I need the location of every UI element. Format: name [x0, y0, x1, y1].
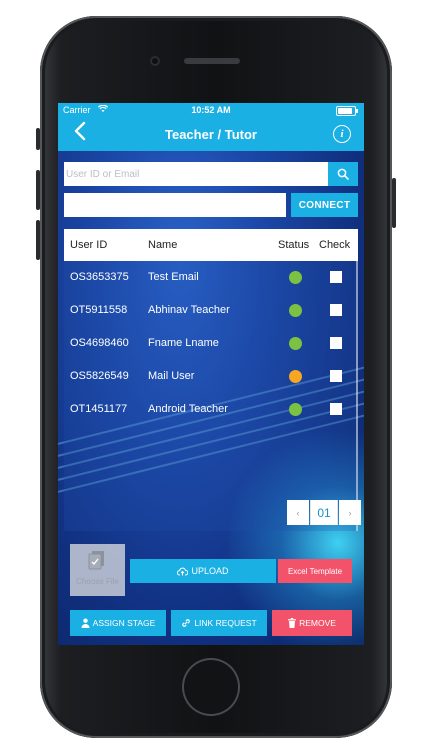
row-user-id: OS5826549	[70, 370, 129, 382]
status-bar: Carrier 10:52 AM	[58, 103, 364, 118]
row-checkbox[interactable]	[330, 403, 342, 415]
row-checkbox[interactable]	[330, 304, 342, 316]
table-row[interactable]: OS3653375 Test Email	[64, 261, 358, 294]
status-dot	[289, 337, 302, 350]
excel-template-button[interactable]: Excel Template	[278, 559, 352, 583]
header-user-id: User ID	[70, 239, 108, 251]
volume-down-button	[36, 220, 40, 260]
next-page-button[interactable]: ›	[339, 500, 361, 525]
row-user-id: OS4698460	[70, 337, 129, 349]
connect-code-input[interactable]	[64, 193, 286, 217]
table-row[interactable]: OT1451177 Android Teacher	[64, 393, 358, 426]
row-user-id: OT5911558	[70, 304, 128, 316]
info-icon[interactable]: i	[333, 125, 351, 143]
table-header: User ID Name Status Check	[64, 229, 358, 261]
document-icon	[88, 551, 104, 570]
status-dot	[289, 370, 302, 383]
remove-label: REMOVE	[299, 618, 336, 628]
link-request-button[interactable]: LINK REQUEST	[171, 610, 267, 636]
mute-switch	[36, 128, 40, 150]
row-name: Abhinav Teacher	[148, 304, 230, 316]
app-screen: Carrier 10:52 AM Teacher / Tutor i CONNE…	[58, 103, 364, 645]
choose-file-button[interactable]: Choose File	[70, 544, 125, 596]
row-user-id: OT1451177	[70, 403, 128, 415]
connect-button[interactable]: CONNECT	[291, 193, 358, 217]
search-icon	[337, 168, 349, 180]
table-row[interactable]: OS5826549 Mail User	[64, 360, 358, 393]
header-name: Name	[148, 239, 178, 251]
search-input[interactable]	[64, 162, 328, 186]
current-page: 01	[310, 500, 338, 525]
header-check: Check	[319, 239, 351, 251]
row-name: Mail User	[148, 370, 195, 382]
user-icon	[81, 618, 90, 628]
home-button[interactable]	[182, 658, 240, 716]
row-name: Android Teacher	[148, 403, 228, 415]
remove-button[interactable]: REMOVE	[272, 610, 352, 636]
row-name: Test Email	[148, 271, 199, 283]
upload-button[interactable]: UPLOAD	[130, 559, 276, 583]
front-camera	[150, 56, 160, 66]
cloud-upload-icon	[177, 567, 189, 575]
assign-stage-label: ASSIGN STAGE	[92, 618, 156, 628]
upload-label: UPLOAD	[191, 566, 229, 576]
page-title: Teacher / Tutor	[165, 127, 257, 142]
link-icon	[182, 619, 191, 627]
table-row[interactable]: OS4698460 Fname Lname	[64, 327, 358, 360]
status-dot	[289, 403, 302, 416]
clock: 10:52 AM	[191, 105, 231, 115]
header-status: Status	[278, 239, 310, 251]
row-checkbox[interactable]	[330, 337, 342, 349]
table-row[interactable]: OT5911558 Abhinav Teacher	[64, 294, 358, 327]
nav-bar: Teacher / Tutor i	[58, 118, 364, 151]
earpiece-speaker	[184, 58, 240, 64]
status-dot	[289, 304, 302, 317]
pagination: ‹ 01 ›	[287, 500, 361, 525]
battery-icon	[336, 106, 358, 116]
prev-page-button[interactable]: ‹	[287, 500, 309, 525]
row-checkbox[interactable]	[330, 370, 342, 382]
link-request-label: LINK REQUEST	[194, 618, 257, 628]
row-user-id: OS3653375	[70, 271, 129, 283]
choose-file-label: Choose File	[76, 577, 119, 586]
row-name: Fname Lname	[148, 337, 219, 349]
search-button[interactable]	[328, 162, 358, 186]
row-checkbox[interactable]	[330, 271, 342, 283]
status-dot	[289, 271, 302, 284]
volume-up-button	[36, 170, 40, 210]
power-button	[392, 178, 396, 228]
assign-stage-button[interactable]: ASSIGN STAGE	[70, 610, 166, 636]
trash-icon	[288, 618, 297, 628]
